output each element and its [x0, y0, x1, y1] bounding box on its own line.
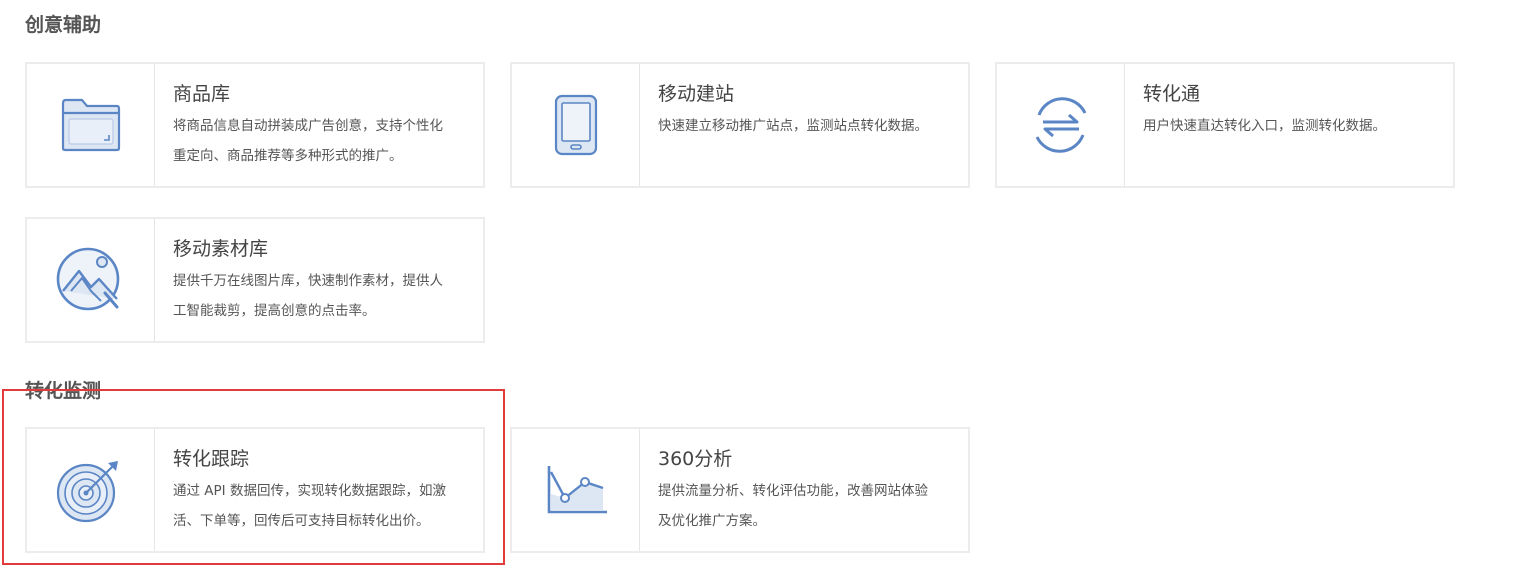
card-title: 转化通	[1143, 83, 1201, 105]
card-desc-line: 快速建立移动推广站点，监测站点转化数据。	[658, 118, 928, 134]
card-desc-line: 提供千万在线图片库，快速制作素材，提供人	[173, 273, 443, 289]
card-desc-line: 活、下单等，回传后可支持目标转化出价。	[173, 513, 430, 529]
mobile-phone-icon	[554, 94, 597, 156]
swap-arrows-icon	[1035, 97, 1086, 153]
card-desc-line: 通过 API 数据回传，实现转化数据跟踪，如激	[173, 483, 446, 499]
card-desc-line: 用户快速直达转化入口，监测转化数据。	[1143, 118, 1386, 134]
card-desc-line: 提供流量分析、转化评估功能，改善网站体验	[658, 483, 928, 499]
card-desc-line: 工智能裁剪，提高创意的点击率。	[173, 303, 376, 319]
card-title: 转化跟踪	[173, 448, 250, 470]
folder-icon	[61, 98, 120, 152]
section-title-creative: 创意辅助	[25, 14, 102, 36]
image-mountain-icon	[56, 247, 119, 311]
card-icon-box	[997, 64, 1125, 186]
card-title: 移动建站	[658, 83, 735, 105]
card-conversion-link[interactable]: 转化通 用户快速直达转化入口，监测转化数据。	[995, 62, 1455, 188]
card-icon-box	[27, 219, 155, 341]
section-title-conversion: 转化监测	[25, 380, 102, 402]
card-conversion-tracking[interactable]: 转化跟踪 通过 API 数据回传，实现转化数据跟踪，如激 活、下单等，回传后可支…	[25, 427, 485, 553]
card-title: 移动素材库	[173, 238, 269, 260]
card-title: 商品库	[173, 83, 231, 105]
card-mobile-site[interactable]: 移动建站 快速建立移动推广站点，监测站点转化数据。	[510, 62, 970, 188]
card-title: 360分析	[658, 448, 733, 470]
card-desc-line: 将商品信息自动拼装成广告创意，支持个性化	[173, 118, 443, 134]
card-icon-box	[27, 64, 155, 186]
target-icon	[56, 461, 118, 523]
card-icon-box	[512, 64, 640, 186]
card-analytics-360[interactable]: 360分析 提供流量分析、转化评估功能，改善网站体验 及优化推广方案。	[510, 427, 970, 553]
card-product-library[interactable]: 商品库 将商品信息自动拼装成广告创意，支持个性化 重定向、商品推荐等多种形式的推…	[25, 62, 485, 188]
card-mobile-assets[interactable]: 移动素材库 提供千万在线图片库，快速制作素材，提供人 工智能裁剪，提高创意的点击…	[25, 217, 485, 343]
card-desc-line: 及优化推广方案。	[658, 513, 766, 529]
card-icon-box	[512, 429, 640, 551]
card-desc-line: 重定向、商品推荐等多种形式的推广。	[173, 148, 403, 164]
line-chart-icon	[547, 466, 607, 514]
card-icon-box	[27, 429, 155, 551]
